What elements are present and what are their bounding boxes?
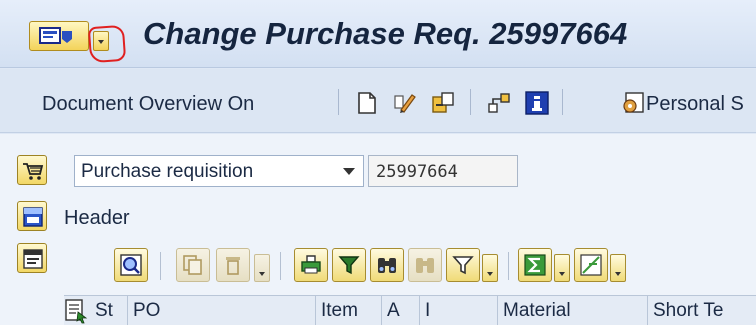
personal-settings-icon[interactable] [620, 90, 646, 116]
red-annotation-circle [87, 24, 127, 64]
select-all-icon[interactable] [64, 298, 88, 324]
magnifier-details-icon [120, 254, 142, 276]
funnel-icon [338, 256, 360, 275]
item-overview-toggle-button[interactable] [17, 243, 47, 273]
copy-row-button[interactable] [176, 248, 210, 282]
trash-icon [226, 257, 240, 275]
shopping-cart-icon [23, 163, 44, 180]
info-icon[interactable] [524, 90, 550, 116]
find-next-button[interactable] [408, 248, 442, 282]
delete-dropdown-arrow[interactable] [254, 254, 270, 282]
menu-icon [39, 27, 72, 44]
edit-pencil-icon[interactable] [392, 90, 418, 116]
details-button[interactable] [114, 248, 148, 282]
sum-sigma-icon [524, 254, 546, 276]
column-header-po[interactable]: PO [128, 296, 316, 325]
new-document-icon[interactable] [354, 90, 380, 116]
total-dropdown-arrow[interactable] [554, 254, 570, 282]
delete-row-button[interactable] [216, 248, 250, 282]
column-header-material[interactable]: Material [498, 296, 648, 325]
items-table-header: St PO Item A I Material Short Te [64, 295, 756, 325]
document-overview-button[interactable]: Document Overview On [42, 93, 254, 116]
header-label: Header [64, 207, 130, 229]
filter-button[interactable] [332, 248, 366, 282]
print-button[interactable] [294, 248, 328, 282]
filter-outline-icon [452, 256, 474, 275]
title-bar: Change Purchase Req. 25997664 [0, 0, 756, 68]
item-overview-icon [23, 249, 43, 269]
column-header-status[interactable]: St [90, 296, 128, 325]
binoculars-icon [378, 258, 396, 273]
set-filter-button[interactable] [446, 248, 480, 282]
subtotal-icon [580, 254, 602, 276]
header-expand-icon [23, 207, 43, 227]
document-type-select[interactable]: Purchase requisition [74, 155, 364, 187]
document-type-value: Purchase requisition [81, 161, 254, 182]
chevron-down-icon[interactable] [343, 168, 355, 175]
printer-icon [301, 255, 321, 274]
find-button[interactable] [370, 248, 404, 282]
column-header-account-assignment[interactable]: A [382, 296, 420, 325]
toolbar-separator [562, 89, 563, 115]
grid-separator [160, 252, 161, 280]
org-hierarchy-icon[interactable] [486, 90, 512, 116]
application-toolbar: Document Overview On Personal S [0, 69, 756, 133]
item-grid-toolbar [104, 248, 756, 288]
total-button[interactable] [518, 248, 552, 282]
personal-setting-button[interactable]: Personal S [646, 93, 744, 116]
toolbar-separator [470, 89, 471, 115]
column-header-item-category[interactable]: I [420, 296, 498, 325]
subtotal-dropdown-arrow[interactable] [610, 254, 626, 282]
header-toggle-button[interactable] [17, 201, 47, 231]
grid-separator [508, 252, 509, 280]
binoculars-next-icon [416, 258, 434, 273]
filter-dropdown-arrow[interactable] [482, 254, 498, 282]
cart-button[interactable] [17, 155, 47, 185]
column-header-short-text[interactable]: Short Te [648, 296, 756, 325]
content-area: Purchase requisition 25997664 Header St … [0, 134, 756, 325]
subtotal-button[interactable] [574, 248, 608, 282]
copy-structure-icon[interactable] [430, 90, 456, 116]
system-menu-button[interactable] [29, 21, 89, 51]
copy-icon [183, 255, 202, 275]
grid-separator [280, 252, 281, 280]
document-number-field[interactable]: 25997664 [368, 155, 518, 187]
toolbar-separator [338, 89, 339, 115]
column-header-item[interactable]: Item [316, 296, 382, 325]
page-title: Change Purchase Req. 25997664 [143, 16, 628, 51]
